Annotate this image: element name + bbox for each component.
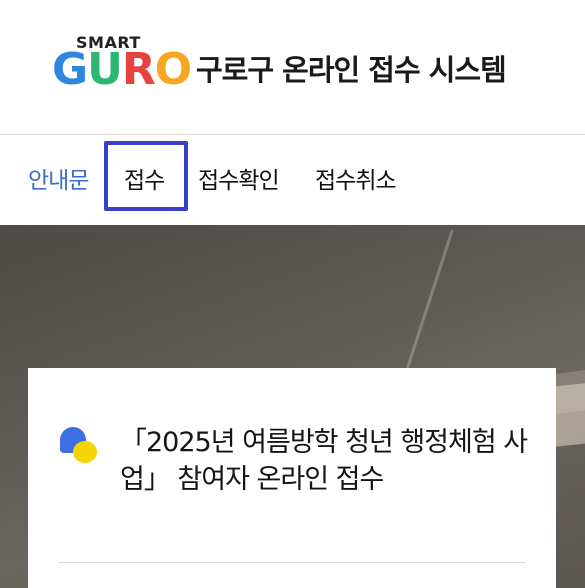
nav-item-guide[interactable]: 안내문: [28, 161, 89, 195]
logo-guro-wordmark: GURO: [52, 44, 192, 95]
main-nav: 안내문 접수 접수확인 접수취소: [0, 135, 585, 225]
smart-guro-logo[interactable]: SMART GURO: [52, 33, 192, 103]
nav-item-cancel[interactable]: 접수취소: [315, 161, 397, 195]
notice-card: 「2025년 여름방학 청년 행정체험 사업」 참여자 온라인 접수: [28, 368, 556, 588]
notice-title: 「2025년 여름방학 청년 행정체험 사업」 참여자 온라인 접수: [120, 427, 528, 495]
site-title: 구로구 온라인 접수 시스템: [196, 53, 507, 87]
nav-item-apply[interactable]: 접수: [124, 161, 165, 195]
card-divider: [58, 562, 526, 563]
site-header: SMART GURO 구로구 온라인 접수 시스템: [0, 0, 585, 135]
nav-item-check[interactable]: 접수확인: [198, 161, 280, 195]
bullet-dots-icon: [60, 427, 100, 467]
